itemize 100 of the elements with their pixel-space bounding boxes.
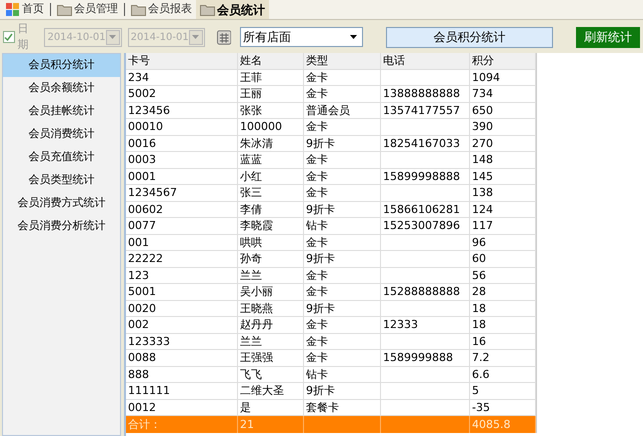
table-cell: 金卡: [306, 120, 328, 133]
table-cell: 1094: [472, 70, 500, 84]
total-cell: 合计：: [128, 418, 161, 431]
table-cell: 0012: [128, 400, 156, 414]
table-cell: 5: [472, 384, 479, 397]
tab[interactable]: 会员管理: [53, 0, 122, 19]
table-cell: 00602: [128, 202, 163, 216]
table-cell: 138: [472, 186, 493, 199]
table-cell: 5002: [128, 87, 156, 100]
caret-icon: [109, 35, 116, 39]
folder-icon: [57, 4, 72, 16]
table-cell: 王强强: [240, 351, 273, 364]
table-cell: 套餐卡: [306, 400, 339, 414]
table-cell: 16: [472, 334, 486, 348]
table-cell: 朱冰清: [240, 136, 273, 150]
table-cell: 15288888888: [383, 285, 460, 298]
column-header: 卡号: [126, 53, 238, 68]
table-cell: 650: [472, 104, 493, 116]
table-cell: 734: [472, 87, 493, 100]
sidebar-item[interactable]: 会员充值统计: [3, 146, 120, 169]
table-cell: 9折卡: [306, 252, 335, 265]
table-cell: 96: [472, 236, 486, 248]
sidebar-item[interactable]: 会员挂帐统计: [3, 100, 120, 123]
sidebar-item[interactable]: 会员消费分析统计: [3, 215, 120, 238]
table-cell: 100000: [240, 120, 282, 133]
table-cell: 钻卡: [306, 368, 328, 380]
table-cell: 148: [472, 153, 493, 166]
table-cell: 金卡: [306, 170, 328, 182]
folder-icon: [131, 4, 146, 16]
table-cell: 6.6: [472, 368, 490, 380]
table-cell: 123: [128, 268, 149, 282]
table-cell: 二维大圣: [240, 384, 284, 397]
refresh-button[interactable]: 刷新统计: [576, 26, 640, 48]
table-cell: 18254167033: [383, 136, 460, 150]
table-cell: 金卡: [306, 351, 328, 364]
column-header: 类型: [304, 53, 381, 68]
table-cell: 李晓霞: [240, 219, 273, 232]
table-cell: 王菲: [240, 70, 262, 84]
table-cell: 0088: [128, 351, 156, 364]
table-cell: 孙奇: [240, 252, 262, 265]
tab[interactable]: 会员报表: [127, 0, 196, 19]
column-header: 电话: [381, 53, 470, 68]
table-cell: 9折卡: [306, 302, 335, 314]
table-cell: 7.2: [472, 351, 490, 364]
table-cell: 1589999888: [383, 351, 453, 364]
table-cell: 9折卡: [306, 136, 335, 150]
table-cell: 兰兰: [240, 334, 262, 348]
table-cell: 270: [472, 136, 493, 150]
table-cell: 0077: [128, 219, 156, 232]
table-cell: 钻卡: [306, 219, 328, 232]
calendar-icon[interactable]: [216, 30, 232, 44]
report-button[interactable]: 会员积分统计: [386, 26, 553, 48]
table-cell: 18: [472, 302, 486, 314]
sidebar-item[interactable]: 会员积分统计: [3, 54, 120, 77]
table-cell: 金卡: [306, 334, 328, 348]
table-cell: 张张: [240, 104, 262, 116]
sidebar-item[interactable]: 会员消费方式统计: [3, 192, 120, 215]
sidebar-item[interactable]: 会员类型统计: [3, 169, 120, 192]
store-select[interactable]: 所有店面: [240, 27, 363, 47]
sidebar-item[interactable]: 会员消费统计: [3, 123, 120, 146]
table-cell: 5001: [128, 285, 156, 298]
table-cell: 002: [128, 318, 149, 331]
table-cell: 13574177557: [383, 104, 460, 116]
table-cell: 王丽: [240, 87, 262, 100]
table-cell: 哄哄: [240, 236, 262, 248]
column-header: 积分: [470, 53, 536, 68]
tab[interactable]: 首页: [2, 0, 48, 19]
table-cell: 0016: [128, 136, 156, 150]
table-cell: 兰兰: [240, 268, 262, 282]
table-cell: 001: [128, 236, 149, 248]
table-cell: 888: [128, 368, 149, 380]
table-cell: 普通会员: [306, 104, 350, 116]
table-cell: 145: [472, 170, 493, 182]
table-cell: 234: [128, 70, 149, 84]
date-checkbox[interactable]: [3, 31, 15, 43]
table-cell: 60: [472, 252, 486, 265]
tab[interactable]: 会员统计: [196, 0, 269, 19]
table-cell: 是: [240, 400, 251, 414]
table-cell: 15253007896: [383, 219, 460, 232]
table-cell: 9折卡: [306, 202, 335, 216]
table-cell: 15866106281: [383, 202, 460, 216]
table-cell: 0020: [128, 302, 156, 314]
date-label: 日期: [18, 20, 30, 53]
checkmark-icon: [4, 32, 14, 42]
table-cell: 飞飞: [240, 368, 262, 380]
table-cell: 28: [472, 285, 486, 298]
table-cell: -35: [472, 400, 490, 414]
table-cell: 117: [472, 219, 493, 232]
table-cell: 12333: [383, 318, 418, 331]
table-cell: 吴小丽: [240, 285, 273, 298]
table-cell: 15899998888: [383, 170, 460, 182]
table-cell: 金卡: [306, 268, 328, 282]
table-cell: 111111: [128, 384, 170, 397]
table-cell: 金卡: [306, 186, 328, 199]
table-cell: 赵丹丹: [240, 318, 273, 331]
table-cell: 00010: [128, 120, 163, 133]
table-cell: 小红: [240, 170, 262, 182]
sidebar-item[interactable]: 会员余额统计: [3, 77, 120, 100]
table-cell: 123456: [128, 104, 170, 116]
grid-icon: [6, 2, 20, 16]
